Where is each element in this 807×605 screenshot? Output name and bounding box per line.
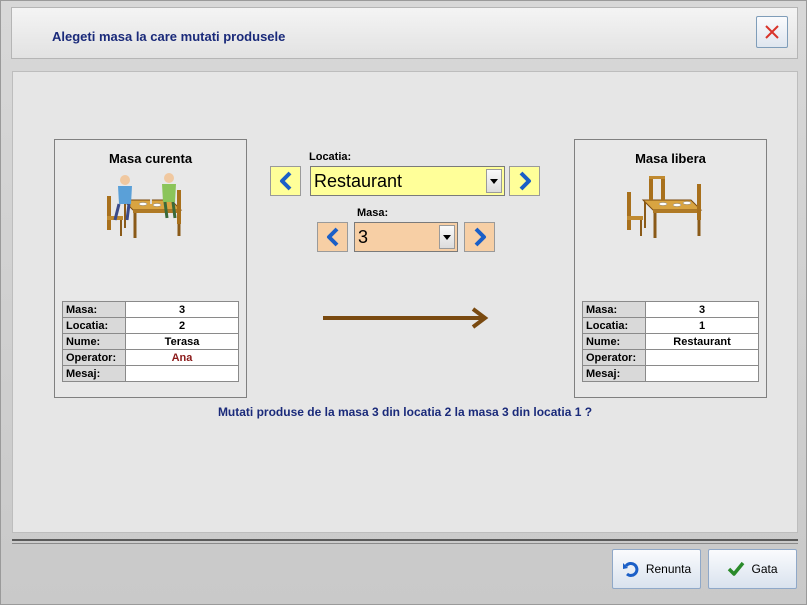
table-row: Locatia: 1 [583,318,758,333]
info-value: 2 [126,318,238,333]
location-label: Locatia: [309,151,352,163]
chevron-down-icon [443,234,451,240]
table-select-value: 3 [358,226,369,247]
location-prev-button[interactable] [270,166,301,196]
table-row: Nume: Terasa [63,334,238,349]
table-row: Locatia: 2 [63,318,238,333]
free-table-panel: Masa libera Masa: 3 Locatia: 1 Nume: Res… [574,139,767,398]
table-row: Mesaj: [583,366,758,381]
free-table-image [627,176,703,238]
location-dropdown-button[interactable] [486,169,502,193]
table-row: Mesaj: [63,366,238,381]
table-select[interactable]: 3 [354,222,458,252]
current-table-panel: Masa curenta Masa: 3 Locatia: 2 Nume: Te… [54,139,247,398]
confirmation-question: Mutati produse de la masa 3 din locatia … [217,405,593,419]
info-value: Ana [126,350,238,365]
info-label: Nume: [583,334,645,349]
cancel-button-label: Renunta [645,562,692,576]
info-label: Mesaj: [583,366,645,381]
close-button[interactable] [756,16,788,48]
table-row: Nume: Restaurant [583,334,758,349]
table-prev-button[interactable] [317,222,348,252]
chevron-left-icon [279,171,291,191]
info-label: Operator: [583,350,645,365]
table-row: Operator: [583,350,758,365]
checkmark-icon [728,561,745,576]
info-label: Locatia: [63,318,125,333]
table-row: Masa: 3 [63,302,238,317]
info-value [126,366,238,381]
location-select[interactable]: Restaurant [310,166,505,196]
table-row: Masa: 3 [583,302,758,317]
done-button-label: Gata [751,562,778,576]
occupied-table-image [107,173,183,238]
current-table-info: Masa: 3 Locatia: 2 Nume: Terasa Operator… [62,301,239,382]
info-value: 3 [126,302,238,317]
table-label: Masa: [357,207,389,219]
info-label: Masa: [583,302,645,317]
info-value: Restaurant [646,334,758,349]
free-table-info: Masa: 3 Locatia: 1 Nume: Restaurant Oper… [582,301,759,382]
undo-icon [622,561,639,577]
footer-divider [12,539,798,544]
location-select-value: Restaurant [314,170,403,191]
free-table-title: Masa libera [635,151,706,166]
info-label: Operator: [63,350,125,365]
chevron-right-icon [519,171,531,191]
location-next-button[interactable] [509,166,540,196]
info-label: Locatia: [583,318,645,333]
dialog-window: Alegeti masa la care mutati produsele Ma… [0,0,807,605]
table-next-button[interactable] [464,222,495,252]
table-dropdown-button[interactable] [439,225,455,249]
info-label: Nume: [63,334,125,349]
info-value [646,366,758,381]
info-value: Terasa [126,334,238,349]
title-bar: Alegeti masa la care mutati produsele [11,7,798,59]
chevron-right-icon [474,227,486,247]
info-label: Mesaj: [63,366,125,381]
cancel-button[interactable]: Renunta [612,549,701,589]
chevron-down-icon [490,178,498,184]
info-value [646,350,758,365]
table-row: Operator: Ana [63,350,238,365]
chevron-left-icon [326,227,338,247]
current-table-title: Masa curenta [108,151,193,166]
info-value: 1 [646,318,758,333]
info-label: Masa: [63,302,125,317]
content-area: Masa curenta Masa: 3 Locatia: 2 Nume: Te… [12,71,798,533]
dialog-title: Alegeti masa la care mutati produsele [52,29,286,44]
close-icon [765,25,779,39]
arrow-right-icon [323,307,489,329]
info-value: 3 [646,302,758,317]
done-button[interactable]: Gata [708,549,797,589]
